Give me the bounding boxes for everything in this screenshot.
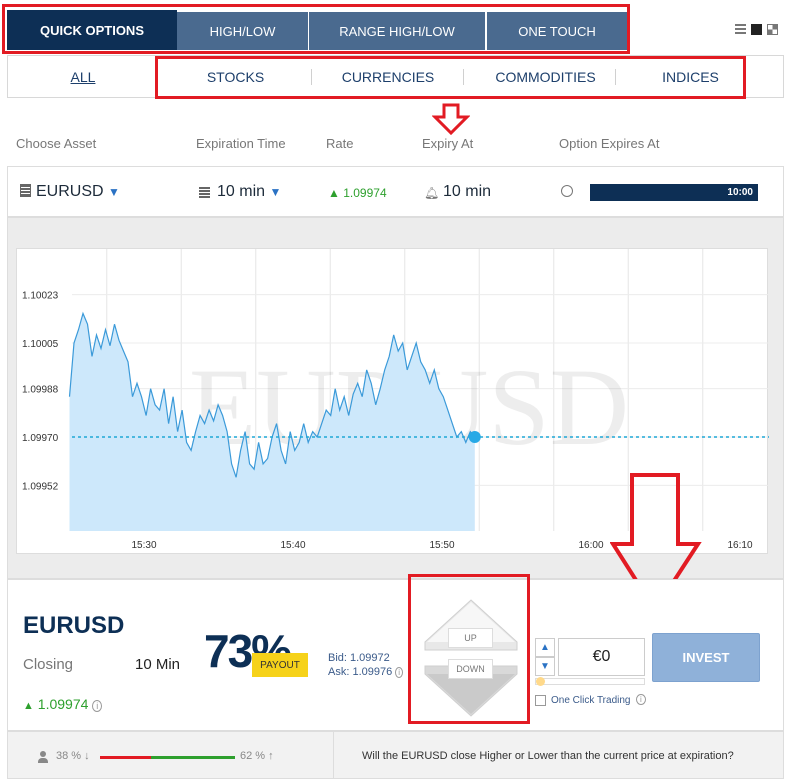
rate-value: ▲ 1.09974 (328, 186, 387, 200)
x-tick-label: 15:30 (131, 540, 156, 551)
bell-icon: 🔔︎ (424, 186, 440, 200)
list-icon (199, 187, 210, 198)
product-tabs: QUICK OPTIONS HIGH/LOW RANGE HIGH/LOW ON… (0, 0, 792, 56)
down-label[interactable]: DOWN (448, 659, 493, 679)
up-label[interactable]: UP (448, 628, 493, 648)
ask-text-value: Ask: 1.09976 (328, 666, 393, 678)
divider (333, 732, 334, 778)
tab-high-low[interactable]: HIGH/LOW (177, 12, 308, 50)
expiration-select[interactable]: 10 min ▼ (217, 183, 281, 201)
ask-text: Ask: 1.09976 i (328, 666, 404, 678)
arrow-down-icon: ↓ (84, 750, 90, 762)
up-triangle-icon: ▲ (23, 700, 34, 712)
x-tick-label: 16:10 (727, 540, 752, 551)
sentiment-down: 38 % ↓ (56, 750, 90, 762)
x-tick-label: 15:50 (429, 540, 454, 551)
closing-value: 10 Min (135, 656, 181, 673)
sentiment-meter (100, 756, 235, 759)
rate-text: 1.09974 (343, 186, 387, 200)
sentiment-question: Will the EURUSD close Higher or Lower th… (362, 750, 734, 762)
y-tick-label: 1.09970 (22, 433, 59, 444)
asset-select[interactable]: EURUSD ▼ (36, 183, 120, 201)
col-option-expires-at: Option Expires At (559, 136, 660, 151)
closing-label: Closing (23, 656, 74, 673)
user-icon (38, 751, 48, 763)
one-click-checkbox[interactable] (535, 695, 546, 706)
highlight-arrow-icon (432, 103, 470, 135)
divider (615, 69, 616, 85)
asset-filter-bar: ALL STOCKS CURRENCIES COMMODITIES INDICE… (7, 55, 784, 98)
direction-buttons (424, 599, 518, 717)
col-rate: Rate (326, 136, 354, 151)
amount-input[interactable]: €0 (558, 638, 645, 676)
layout-single-icon[interactable] (751, 24, 762, 35)
invest-button[interactable]: INVEST (652, 633, 760, 682)
amount-up-button[interactable]: ▲ (535, 638, 555, 657)
y-tick-label: 1.09988 (22, 385, 59, 396)
col-expiry-at: Expiry At (422, 136, 474, 151)
filter-all[interactable]: ALL (48, 56, 118, 97)
x-tick-label: 15:40 (280, 540, 305, 551)
tab-one-touch[interactable]: ONE TOUCH (487, 12, 627, 50)
sentiment-meter-fill (100, 756, 152, 759)
expiration-select-value: 10 min (217, 183, 266, 200)
y-tick-label: 1.10023 (22, 291, 59, 302)
asset-select-value: EURUSD (36, 183, 104, 200)
current-price-marker (468, 431, 481, 443)
list-icon (20, 184, 31, 197)
filter-stocks[interactable]: STOCKS (178, 56, 293, 97)
amount-slider-handle[interactable] (536, 677, 545, 686)
filter-indices[interactable]: INDICES (638, 56, 743, 97)
info-icon[interactable]: i (636, 694, 646, 705)
asset-row: EURUSD ▼ 10 min ▼ ▲ 1.09974 🔔︎ 10 min 10… (7, 166, 784, 217)
sentiment-up-pct: 62 % (240, 750, 266, 762)
col-choose-asset: Choose Asset (16, 136, 97, 151)
y-tick-label: 1.10005 (22, 339, 59, 350)
trade-price: ▲ 1.09974 i (23, 696, 103, 712)
filter-commodities[interactable]: COMMODITIES (478, 56, 613, 97)
sentiment-bar: 38 % ↓ 62 % ↑ Will the EURUSD close High… (7, 731, 784, 779)
divider (463, 69, 464, 85)
expiry-progress: 10:00 (590, 184, 758, 201)
bid-text: Bid: 1.09972 (328, 652, 390, 664)
tab-range-high-low[interactable]: RANGE HIGH/LOW (309, 12, 485, 50)
divider (311, 69, 312, 85)
expiry-progress-label: 10:00 (727, 187, 753, 198)
col-expiration-time: Expiration Time (196, 136, 286, 151)
sentiment-up: 62 % ↑ (240, 750, 274, 762)
one-click-label: One Click Trading (551, 695, 631, 706)
y-tick-label: 1.09952 (22, 481, 59, 492)
arrow-up-icon: ↑ (268, 750, 274, 762)
filter-currencies[interactable]: CURRENCIES (328, 56, 448, 97)
up-triangle-icon: ▲ (328, 186, 340, 200)
clock-icon (561, 185, 573, 197)
layout-rows-icon[interactable] (735, 24, 746, 35)
tab-quick-options[interactable]: QUICK OPTIONS (7, 10, 177, 50)
sentiment-down-pct: 38 % (56, 750, 82, 762)
amount-slider[interactable] (535, 677, 645, 686)
trade-asset: EURUSD (23, 612, 125, 639)
amount-down-button[interactable]: ▼ (535, 657, 555, 676)
expiry-value: 10 min (443, 183, 492, 200)
x-tick-label: 16:00 (578, 540, 603, 551)
chevron-down-icon: ▼ (269, 185, 282, 199)
trade-price-text: 1.09974 (37, 696, 89, 712)
layout-grid-icon[interactable] (767, 24, 778, 35)
info-icon[interactable]: i (395, 667, 404, 678)
layout-switcher (735, 24, 778, 35)
info-icon[interactable]: i (92, 700, 103, 712)
payout-badge: PAYOUT (252, 653, 308, 677)
chevron-down-icon: ▼ (108, 185, 120, 199)
